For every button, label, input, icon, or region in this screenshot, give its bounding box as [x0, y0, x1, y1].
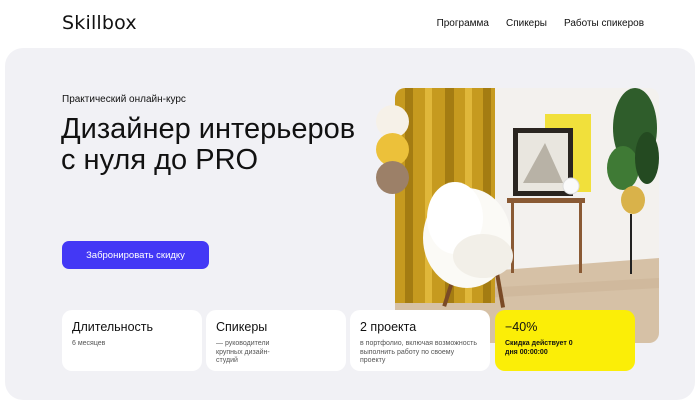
card-text: 6 месяцев: [72, 340, 106, 347]
card-text: — руководители крупных дизайн-студий: [216, 340, 270, 364]
course-type-label: Практический онлайн-курс: [62, 94, 186, 105]
discount-percent: −40%: [505, 320, 538, 334]
site-header: Skillbox Программа Спикеры Работы спикер…: [0, 0, 700, 48]
speakers-card: Спикеры — руководители крупных дизайн-ст…: [206, 310, 346, 371]
nav-program[interactable]: Программа: [437, 18, 489, 29]
hero-section: Практический онлайн-курс Дизайнер интерь…: [5, 48, 695, 400]
duration-card: Длительность 6 месяцев: [62, 310, 202, 371]
discount-timer: Скидка действует 0 дня 00:00:00: [505, 340, 573, 356]
projects-card: 2 проекта в портфолио, включая возможнос…: [350, 310, 490, 371]
card-heading: Спикеры: [216, 320, 268, 334]
card-heading: Длительность: [72, 320, 154, 334]
card-heading: 2 проекта: [360, 320, 417, 334]
skillbox-logo[interactable]: Skillbox: [62, 12, 137, 34]
nav-speakers[interactable]: Спикеры: [506, 18, 547, 29]
color-palette: [376, 105, 409, 194]
card-text: в портфолио, включая возможность выполни…: [360, 340, 477, 364]
reserve-discount-button[interactable]: Забронировать скидку: [62, 241, 209, 269]
main-nav: Программа Спикеры Работы спикеров: [437, 18, 644, 29]
course-title: Дизайнер интерьеров с нуля до PRO: [61, 113, 356, 176]
swatch-taupe: [376, 161, 409, 194]
interior-photo: [395, 88, 659, 343]
nav-speaker-works[interactable]: Работы спикеров: [564, 18, 644, 29]
discount-card: −40% Скидка действует 0 дня 00:00:00: [495, 310, 635, 371]
